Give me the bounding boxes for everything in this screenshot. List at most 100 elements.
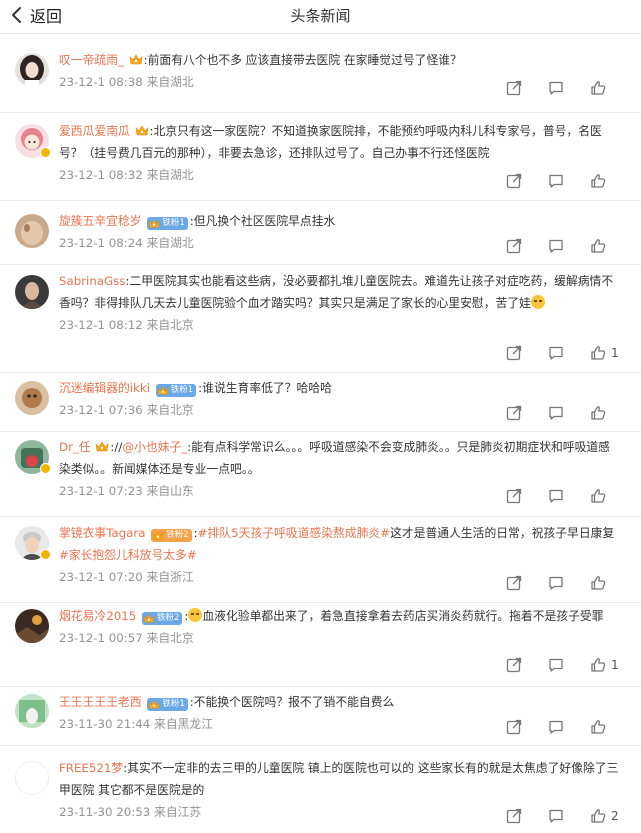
share-button[interactable] — [506, 405, 522, 421]
comment-item: 叹一帝疏雨_ :前面有八个也不多 应该直接带去医院 在家睡觉过号了怪谁？ 23-… — [0, 35, 641, 113]
comment-actions — [480, 719, 619, 735]
crown-icon — [95, 440, 109, 452]
thumbs-up-icon — [590, 488, 606, 504]
comment-item: 旋簇五辛宜稔岁 铁粉1:但凡换个社区医院早点挂水 23-12-1 08:24 来… — [0, 201, 641, 265]
crown-icon — [148, 217, 160, 229]
thumbs-up-icon — [590, 808, 606, 824]
username-link[interactable]: 沉迷编辑器的ikki — [59, 381, 150, 395]
share-button[interactable] — [506, 488, 522, 504]
like-button[interactable] — [590, 488, 606, 504]
comment-item: Dr_任 ://@小也妹子_:能有点科学常识么。。。呼吸道感染不会变成肺炎。。只… — [0, 432, 641, 517]
like-button[interactable] — [590, 80, 606, 96]
avatar[interactable] — [15, 214, 49, 248]
reply-button[interactable] — [548, 719, 564, 735]
thumbs-up-icon — [590, 405, 606, 421]
reply-button[interactable] — [548, 575, 564, 591]
share-button[interactable] — [506, 80, 522, 96]
username-link[interactable]: SabrinaGss — [59, 274, 125, 288]
share-button[interactable] — [506, 657, 522, 673]
avatar[interactable] — [15, 761, 49, 795]
avatar[interactable] — [15, 275, 49, 309]
thumbs-up-icon — [590, 719, 606, 735]
comment-icon — [548, 80, 564, 96]
username-link[interactable]: 爱西瓜爱南瓜 — [59, 124, 130, 138]
comment-item: 掌镜衣事Tagara 铁粉2:#排队5天孩子呼吸道感染熬成肺炎#这才是普通人生活… — [0, 517, 641, 603]
avatar[interactable] — [15, 694, 49, 728]
comment-body: 其实不一定非的去三甲的儿童医院 镇上的医院也可以的 这些家长有的就是太焦虑了好像… — [59, 761, 619, 797]
comment-icon — [548, 345, 564, 361]
share-button[interactable] — [506, 345, 522, 361]
fan-badge-label: 铁粉1 — [170, 385, 194, 395]
comment-item: 爱西瓜爱南瓜 :北京只有这一家医院？不知道换家医院排，不能预约呼吸内科儿科专家号… — [0, 113, 641, 201]
share-icon — [506, 238, 522, 254]
comment-icon — [548, 173, 564, 189]
comment-actions — [480, 488, 619, 504]
sweat-smile-emoji-icon — [188, 608, 203, 622]
reply-button[interactable] — [548, 657, 564, 673]
comment-body: 谁说生育率低了？哈哈哈 — [202, 381, 332, 395]
hashtag-link[interactable]: #家长抱怨儿科放号太多# — [59, 548, 197, 562]
mention-link[interactable]: @小也妹子_ — [122, 440, 187, 454]
comment-icon — [548, 238, 564, 254]
comment-text: 叹一帝疏雨_ :前面有八个也不多 应该直接带去医院 在家睡觉过号了怪谁？ — [59, 49, 619, 71]
comment-body: 前面有八个也不多 应该直接带去医院 在家睡觉过号了怪谁？ — [147, 53, 462, 67]
reply-button[interactable] — [548, 405, 564, 421]
hashtag-link[interactable]: #排队5天孩子呼吸道感染熬成肺炎# — [198, 526, 390, 540]
fan-badge-label: 铁粉1 — [162, 699, 185, 709]
reply-button[interactable] — [548, 808, 564, 824]
reply-button[interactable] — [548, 238, 564, 254]
comment-meta: 23-12-1 00:57 来自北京 — [59, 631, 194, 645]
crown-icon — [157, 384, 169, 396]
like-button[interactable] — [590, 657, 606, 673]
username-link[interactable]: 王王王王王老西 — [59, 695, 142, 709]
comment-actions — [480, 173, 619, 189]
comment-text: 王王王王王老西 铁粉1:不能换个医院吗？报不了销不能自费么 — [59, 691, 619, 713]
username-link[interactable]: 叹一帝疏雨_ — [59, 53, 124, 67]
username-link[interactable]: 旋簇五辛宜稔岁 — [59, 214, 142, 228]
share-button[interactable] — [506, 575, 522, 591]
like-button[interactable] — [590, 719, 606, 735]
reply-button[interactable] — [548, 488, 564, 504]
top-bar: 返回 头条新闻 — [0, 0, 641, 34]
fan-badge: 铁粉1 — [147, 216, 188, 230]
comment-body: 这才是普通人生活的日常，祝孩子早日康复 — [390, 526, 615, 540]
username-link[interactable]: 烟花易冷2015 — [59, 609, 136, 623]
share-button[interactable] — [506, 238, 522, 254]
comment-body: 不能换个医院吗？报不了销不能自费么 — [193, 695, 395, 709]
crown-icon — [129, 53, 143, 65]
comment-actions — [480, 575, 619, 591]
avatar[interactable] — [15, 609, 49, 643]
like-button[interactable] — [590, 405, 606, 421]
reply-button[interactable] — [548, 80, 564, 96]
reply-button[interactable] — [548, 345, 564, 361]
username-link[interactable]: FREE521梦 — [59, 761, 123, 775]
like-button[interactable] — [590, 345, 606, 361]
comment-icon — [548, 575, 564, 591]
share-button[interactable] — [506, 719, 522, 735]
fan-badge-label: 铁粉2 — [166, 530, 189, 540]
like-button[interactable] — [590, 575, 606, 591]
username-link[interactable]: 掌镜衣事Tagara — [59, 526, 145, 540]
thumbs-up-icon — [590, 238, 606, 254]
comment-actions: 2 — [480, 808, 619, 824]
share-button[interactable] — [506, 808, 522, 824]
comment-item: FREE521梦:其实不一定非的去三甲的儿童医院 镇上的医院也可以的 这些家长有… — [0, 746, 641, 831]
share-icon — [506, 719, 522, 735]
avatar[interactable] — [15, 53, 49, 87]
comment-text: 掌镜衣事Tagara 铁粉2:#排队5天孩子呼吸道感染熬成肺炎#这才是普通人生活… — [59, 522, 619, 566]
like-button[interactable] — [590, 808, 606, 824]
crown-icon — [135, 124, 149, 136]
share-button[interactable] — [506, 173, 522, 189]
username-link[interactable]: Dr_任 — [59, 440, 91, 454]
avatar[interactable] — [15, 381, 49, 415]
comment-actions — [480, 405, 619, 421]
like-button[interactable] — [590, 238, 606, 254]
fan-badge-label: 铁粉1 — [162, 218, 185, 228]
reply-button[interactable] — [548, 173, 564, 189]
comment-icon — [548, 657, 564, 673]
fan-badge: 铁粉1 — [155, 383, 197, 397]
like-button[interactable] — [590, 173, 606, 189]
comment-text: SabrinaGss:二甲医院其实也能看这些病，没必要都扎堆儿童医院去。难道先让… — [59, 270, 619, 314]
comment-body: 血液化验单都出来了，着急直接拿着去药店买消炎药就行。拖着不是孩子受罪 — [202, 609, 604, 623]
thumbs-up-icon — [590, 657, 606, 673]
